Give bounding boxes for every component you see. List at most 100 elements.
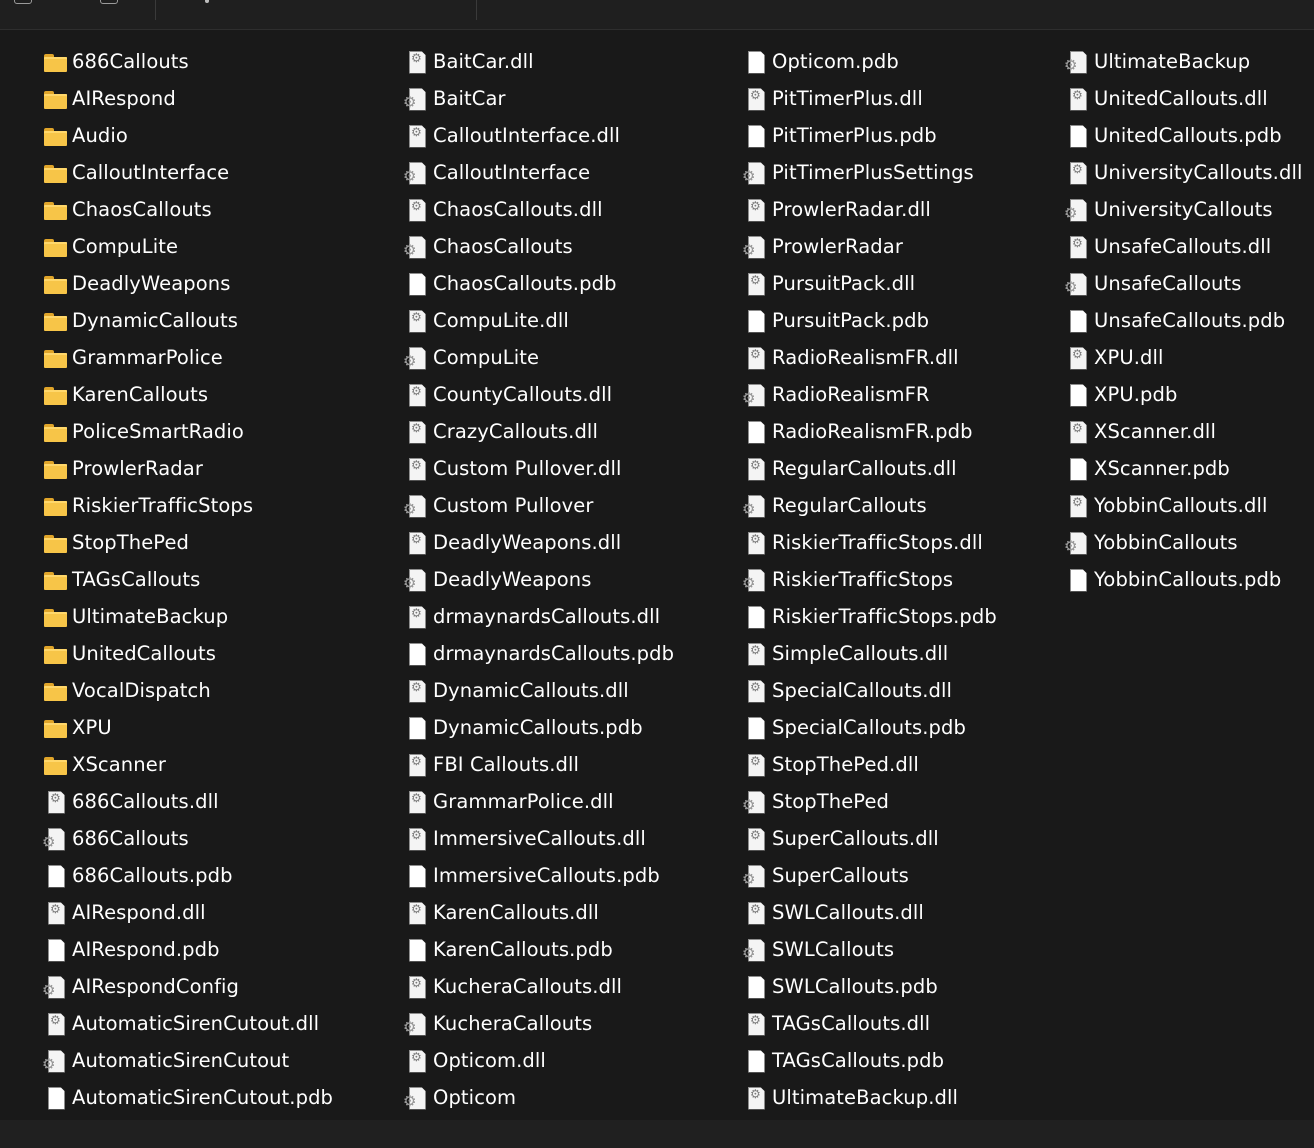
file-item[interactable]: DeadlyWeapons: [403, 561, 674, 598]
folder-item[interactable]: TAGsCallouts: [42, 561, 333, 598]
file-item[interactable]: KarenCallouts.pdb: [403, 931, 674, 968]
folder-item[interactable]: AIRespond: [42, 80, 333, 117]
folder-item[interactable]: CalloutInterface: [42, 154, 333, 191]
file-item[interactable]: DynamicCallouts.dll: [403, 672, 674, 709]
toolbar-glyph-icon[interactable]: [205, 0, 209, 3]
file-item[interactable]: UniversityCallouts: [1064, 191, 1302, 228]
folder-item[interactable]: UltimateBackup: [42, 598, 333, 635]
file-item[interactable]: YobbinCallouts.pdb: [1064, 561, 1302, 598]
file-item[interactable]: ProwlerRadar.dll: [742, 191, 997, 228]
folder-item[interactable]: ChaosCallouts: [42, 191, 333, 228]
file-item[interactable]: 686Callouts.dll: [42, 783, 333, 820]
folder-item[interactable]: UnitedCallouts: [42, 635, 333, 672]
file-item[interactable]: RegularCallouts: [742, 487, 997, 524]
file-item[interactable]: AIRespond.dll: [42, 894, 333, 931]
file-item[interactable]: ImmersiveCallouts.dll: [403, 820, 674, 857]
clipboard-icon[interactable]: [100, 0, 118, 4]
file-item[interactable]: ProwlerRadar: [742, 228, 997, 265]
file-item[interactable]: drmaynardsCallouts.pdb: [403, 635, 674, 672]
file-item[interactable]: ChaosCallouts: [403, 228, 674, 265]
file-item[interactable]: 686Callouts: [42, 820, 333, 857]
file-item[interactable]: ImmersiveCallouts.pdb: [403, 857, 674, 894]
file-item[interactable]: SpecialCallouts.pdb: [742, 709, 997, 746]
file-item[interactable]: AIRespond.pdb: [42, 931, 333, 968]
file-item[interactable]: Custom Pullover.dll: [403, 450, 674, 487]
file-item[interactable]: PitTimerPlusSettings: [742, 154, 997, 191]
file-item[interactable]: XPU.dll: [1064, 339, 1302, 376]
file-item[interactable]: UnitedCallouts.dll: [1064, 80, 1302, 117]
folder-item[interactable]: CompuLite: [42, 228, 333, 265]
folder-item[interactable]: RiskierTrafficStops: [42, 487, 333, 524]
file-item[interactable]: CompuLite: [403, 339, 674, 376]
file-item[interactable]: StopThePed.dll: [742, 746, 997, 783]
file-item[interactable]: PitTimerPlus.pdb: [742, 117, 997, 154]
file-item[interactable]: RadioRealismFR.dll: [742, 339, 997, 376]
file-item[interactable]: CalloutInterface: [403, 154, 674, 191]
file-item[interactable]: UnsafeCallouts.dll: [1064, 228, 1302, 265]
file-item[interactable]: drmaynardsCallouts.dll: [403, 598, 674, 635]
file-item[interactable]: UnsafeCallouts: [1064, 265, 1302, 302]
file-item[interactable]: KucheraCallouts.dll: [403, 968, 674, 1005]
file-item[interactable]: KarenCallouts.dll: [403, 894, 674, 931]
file-item[interactable]: TAGsCallouts.pdb: [742, 1042, 997, 1079]
file-item[interactable]: RiskierTrafficStops.dll: [742, 524, 997, 561]
file-item[interactable]: SimpleCallouts.dll: [742, 635, 997, 672]
file-item[interactable]: GrammarPolice.dll: [403, 783, 674, 820]
file-item[interactable]: RadioRealismFR.pdb: [742, 413, 997, 450]
file-item[interactable]: XScanner.pdb: [1064, 450, 1302, 487]
select-checkbox-icon[interactable]: [14, 0, 32, 4]
file-item[interactable]: CompuLite.dll: [403, 302, 674, 339]
file-item[interactable]: SWLCallouts.pdb: [742, 968, 997, 1005]
file-item[interactable]: CalloutInterface.dll: [403, 117, 674, 154]
folder-item[interactable]: XPU: [42, 709, 333, 746]
file-item[interactable]: RadioRealismFR: [742, 376, 997, 413]
folder-item[interactable]: ProwlerRadar: [42, 450, 333, 487]
file-item[interactable]: SWLCallouts.dll: [742, 894, 997, 931]
folder-item[interactable]: GrammarPolice: [42, 339, 333, 376]
folder-item[interactable]: Audio: [42, 117, 333, 154]
file-item[interactable]: XPU.pdb: [1064, 376, 1302, 413]
file-item[interactable]: UnsafeCallouts.pdb: [1064, 302, 1302, 339]
file-item[interactable]: RiskierTrafficStops.pdb: [742, 598, 997, 635]
file-item[interactable]: UltimateBackup: [1064, 43, 1302, 80]
file-item[interactable]: SWLCallouts: [742, 931, 997, 968]
file-item[interactable]: FBI Callouts.dll: [403, 746, 674, 783]
file-item[interactable]: YobbinCallouts.dll: [1064, 487, 1302, 524]
file-item[interactable]: XScanner.dll: [1064, 413, 1302, 450]
folder-item[interactable]: 686Callouts: [42, 43, 333, 80]
file-item[interactable]: TAGsCallouts.dll: [742, 1005, 997, 1042]
file-item[interactable]: ChaosCallouts.pdb: [403, 265, 674, 302]
file-item[interactable]: SpecialCallouts.dll: [742, 672, 997, 709]
folder-item[interactable]: DeadlyWeapons: [42, 265, 333, 302]
file-item[interactable]: SuperCallouts.dll: [742, 820, 997, 857]
file-item[interactable]: StopThePed: [742, 783, 997, 820]
file-item[interactable]: DynamicCallouts.pdb: [403, 709, 674, 746]
file-item[interactable]: 686Callouts.pdb: [42, 857, 333, 894]
folder-item[interactable]: VocalDispatch: [42, 672, 333, 709]
file-item[interactable]: SuperCallouts: [742, 857, 997, 894]
file-item[interactable]: PursuitPack.pdb: [742, 302, 997, 339]
file-item[interactable]: PursuitPack.dll: [742, 265, 997, 302]
file-item[interactable]: Opticom: [403, 1079, 674, 1116]
file-item[interactable]: YobbinCallouts: [1064, 524, 1302, 561]
file-item[interactable]: Opticom.dll: [403, 1042, 674, 1079]
file-item[interactable]: Custom Pullover: [403, 487, 674, 524]
file-item[interactable]: CrazyCallouts.dll: [403, 413, 674, 450]
file-item[interactable]: AutomaticSirenCutout: [42, 1042, 333, 1079]
file-item[interactable]: AutomaticSirenCutout.pdb: [42, 1079, 333, 1116]
folder-item[interactable]: DynamicCallouts: [42, 302, 333, 339]
file-item[interactable]: RegularCallouts.dll: [742, 450, 997, 487]
folder-item[interactable]: KarenCallouts: [42, 376, 333, 413]
file-item[interactable]: AIRespondConfig: [42, 968, 333, 1005]
file-item[interactable]: BaitCar.dll: [403, 43, 674, 80]
file-item[interactable]: UnitedCallouts.pdb: [1064, 117, 1302, 154]
file-item[interactable]: CountyCallouts.dll: [403, 376, 674, 413]
file-item[interactable]: DeadlyWeapons.dll: [403, 524, 674, 561]
folder-item[interactable]: XScanner: [42, 746, 333, 783]
file-item[interactable]: RiskierTrafficStops: [742, 561, 997, 598]
file-item[interactable]: KucheraCallouts: [403, 1005, 674, 1042]
file-item[interactable]: Opticom.pdb: [742, 43, 997, 80]
file-item[interactable]: ChaosCallouts.dll: [403, 191, 674, 228]
file-item[interactable]: AutomaticSirenCutout.dll: [42, 1005, 333, 1042]
file-item[interactable]: PitTimerPlus.dll: [742, 80, 997, 117]
